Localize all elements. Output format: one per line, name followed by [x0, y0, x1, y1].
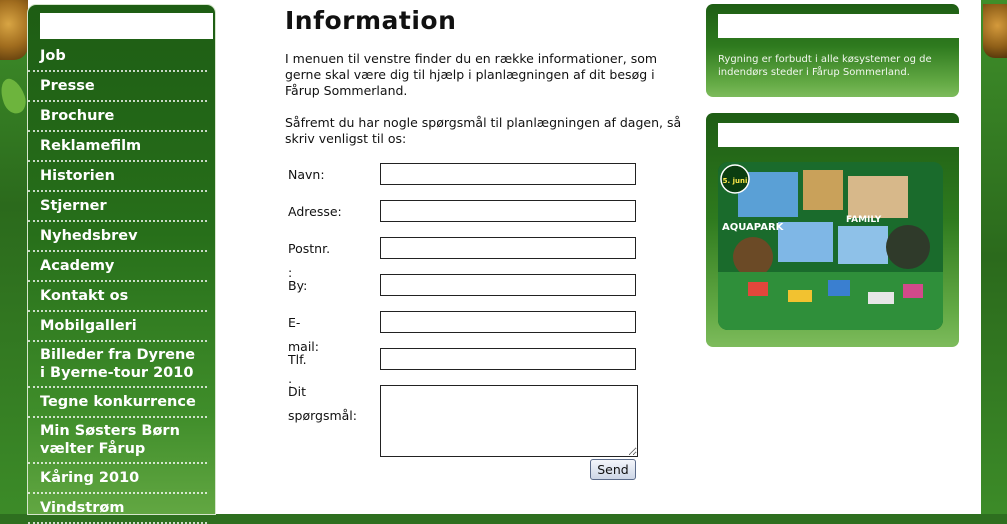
sidebar-item-mobilgalleri[interactable]: Mobilgalleri	[28, 312, 207, 342]
smoking-info-box: Rygning er forbudt i alle køsystemer og …	[706, 4, 959, 97]
main-content: Information I menuen til venstre finder …	[285, 0, 685, 147]
sidebar-item-tegne-konkurrence[interactable]: Tegne konkurrence	[28, 388, 207, 418]
sidebar-item-historien[interactable]: Historien	[28, 162, 207, 192]
sidebar-item-vindstrom[interactable]: Vindstrøm	[28, 494, 207, 524]
page-background-left	[0, 0, 28, 514]
sidebar-item-min-sosters-born[interactable]: Min Søsters Børn vælter Fårup	[28, 418, 207, 464]
sidebar-item-stjerner[interactable]: Stjerner	[28, 192, 207, 222]
sidebar-item-kontakt-os[interactable]: Kontakt os	[28, 282, 207, 312]
sidebar-item-billeder-tour[interactable]: Billeder fra Dyrene i Byerne-tour 2010	[28, 342, 207, 388]
acorn-decoration-left	[0, 0, 28, 60]
sidebar-item-reklamefilm[interactable]: Reklamefilm	[28, 132, 207, 162]
sidebar-nav: Job Presse Brochure Reklamefilm Historie…	[28, 5, 215, 524]
smoking-box-header-bar	[718, 14, 959, 38]
promo-badge-text: 5. juni	[723, 177, 748, 185]
adresse-label: Adresse:	[288, 204, 342, 219]
sidebar-item-nyhedsbrev[interactable]: Nyhedsbrev	[28, 222, 207, 252]
sidebar-header-bar	[40, 13, 213, 39]
navn-label: Navn:	[288, 167, 325, 182]
by-label: By:	[288, 278, 308, 293]
smoking-notice-text: Rygning er forbudt i alle køsystemer og …	[718, 54, 932, 78]
postnr-field[interactable]	[380, 237, 636, 259]
page-background-right	[981, 0, 1007, 514]
sidebar-item-job[interactable]: Job	[28, 42, 207, 72]
email-field[interactable]	[380, 311, 636, 333]
question-textarea[interactable]	[380, 385, 638, 457]
intro-paragraph: I menuen til venstre finder du en række …	[285, 51, 658, 98]
sidebar-item-brochure[interactable]: Brochure	[28, 102, 207, 132]
send-button[interactable]: Send	[590, 459, 636, 480]
page-title: Information	[285, 6, 457, 35]
adresse-field[interactable]	[380, 200, 636, 222]
sidebar-item-karing-2010[interactable]: Kåring 2010	[28, 464, 207, 494]
tlf-field[interactable]	[380, 348, 636, 370]
family-label: FAMILY	[846, 215, 882, 225]
navn-field[interactable]	[380, 163, 636, 185]
by-field[interactable]	[380, 274, 636, 296]
contact-paragraph: Såfremt du har nogle spørgsmål til planl…	[285, 115, 682, 146]
sidebar-item-presse[interactable]: Presse	[28, 72, 207, 102]
promo-box: 5. juni AQUAPARK FAMILY	[706, 113, 959, 347]
sidebar-nav-list: Job Presse Brochure Reklamefilm Historie…	[28, 42, 215, 524]
question-label: Dit spørgsmål:	[288, 384, 357, 423]
park-collage-illustration: 5. juni AQUAPARK FAMILY	[718, 162, 943, 330]
park-promo-image[interactable]: 5. juni AQUAPARK FAMILY	[718, 162, 943, 330]
aquapark-label: AQUAPARK	[722, 222, 785, 233]
promo-box-header-bar	[718, 123, 959, 147]
sidebar-item-academy[interactable]: Academy	[28, 252, 207, 282]
acorn-decoration-right	[983, 4, 1007, 58]
